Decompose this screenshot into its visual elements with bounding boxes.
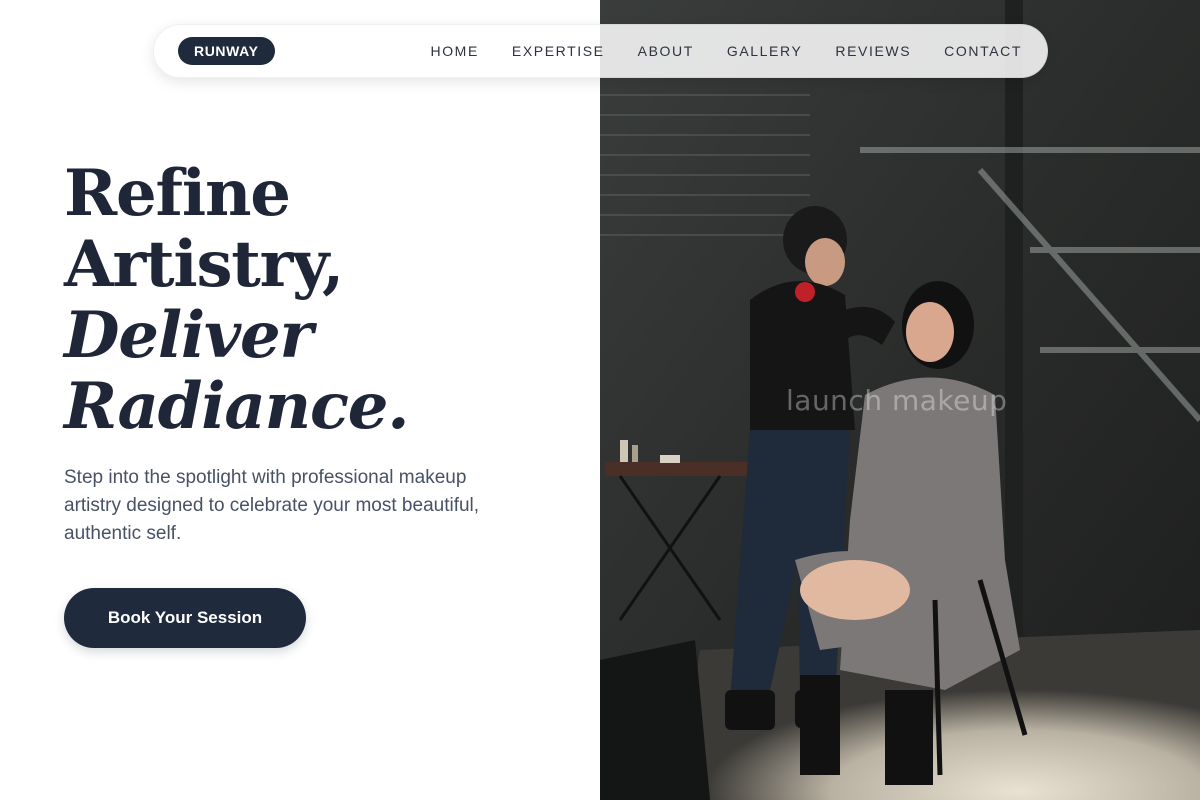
hero-title-line-2: Artistry, xyxy=(64,227,344,302)
nav-link-contact[interactable]: CONTACT xyxy=(944,43,1022,59)
nav-link-about[interactable]: ABOUT xyxy=(638,43,694,59)
hero-subtitle: Step into the spotlight with professiona… xyxy=(64,467,480,544)
hero-title: Refine Artistry, Deliver Radiance. xyxy=(64,158,584,442)
brand-logo[interactable]: RUNWAY xyxy=(178,37,275,65)
nav-link-reviews[interactable]: REVIEWS xyxy=(835,43,911,59)
nav-link-gallery[interactable]: GALLERY xyxy=(727,43,803,59)
top-navbar: RUNWAY HOME EXPERTISE ABOUT GALLERY REVI… xyxy=(153,24,1048,78)
book-session-button[interactable]: Book Your Session xyxy=(64,588,306,648)
nav-link-home[interactable]: HOME xyxy=(430,43,478,59)
hero-title-line-3: Deliver xyxy=(64,298,313,373)
hero-title-line-4: Radiance. xyxy=(64,369,410,444)
nav-link-expertise[interactable]: EXPERTISE xyxy=(512,43,605,59)
hero-photo: launch makeup xyxy=(600,0,1200,800)
photo-caption: launch makeup xyxy=(786,384,1008,417)
nav-links: HOME EXPERTISE ABOUT GALLERY REVIEWS CON… xyxy=(430,43,1022,59)
hero-title-line-1: Refine xyxy=(64,156,291,231)
